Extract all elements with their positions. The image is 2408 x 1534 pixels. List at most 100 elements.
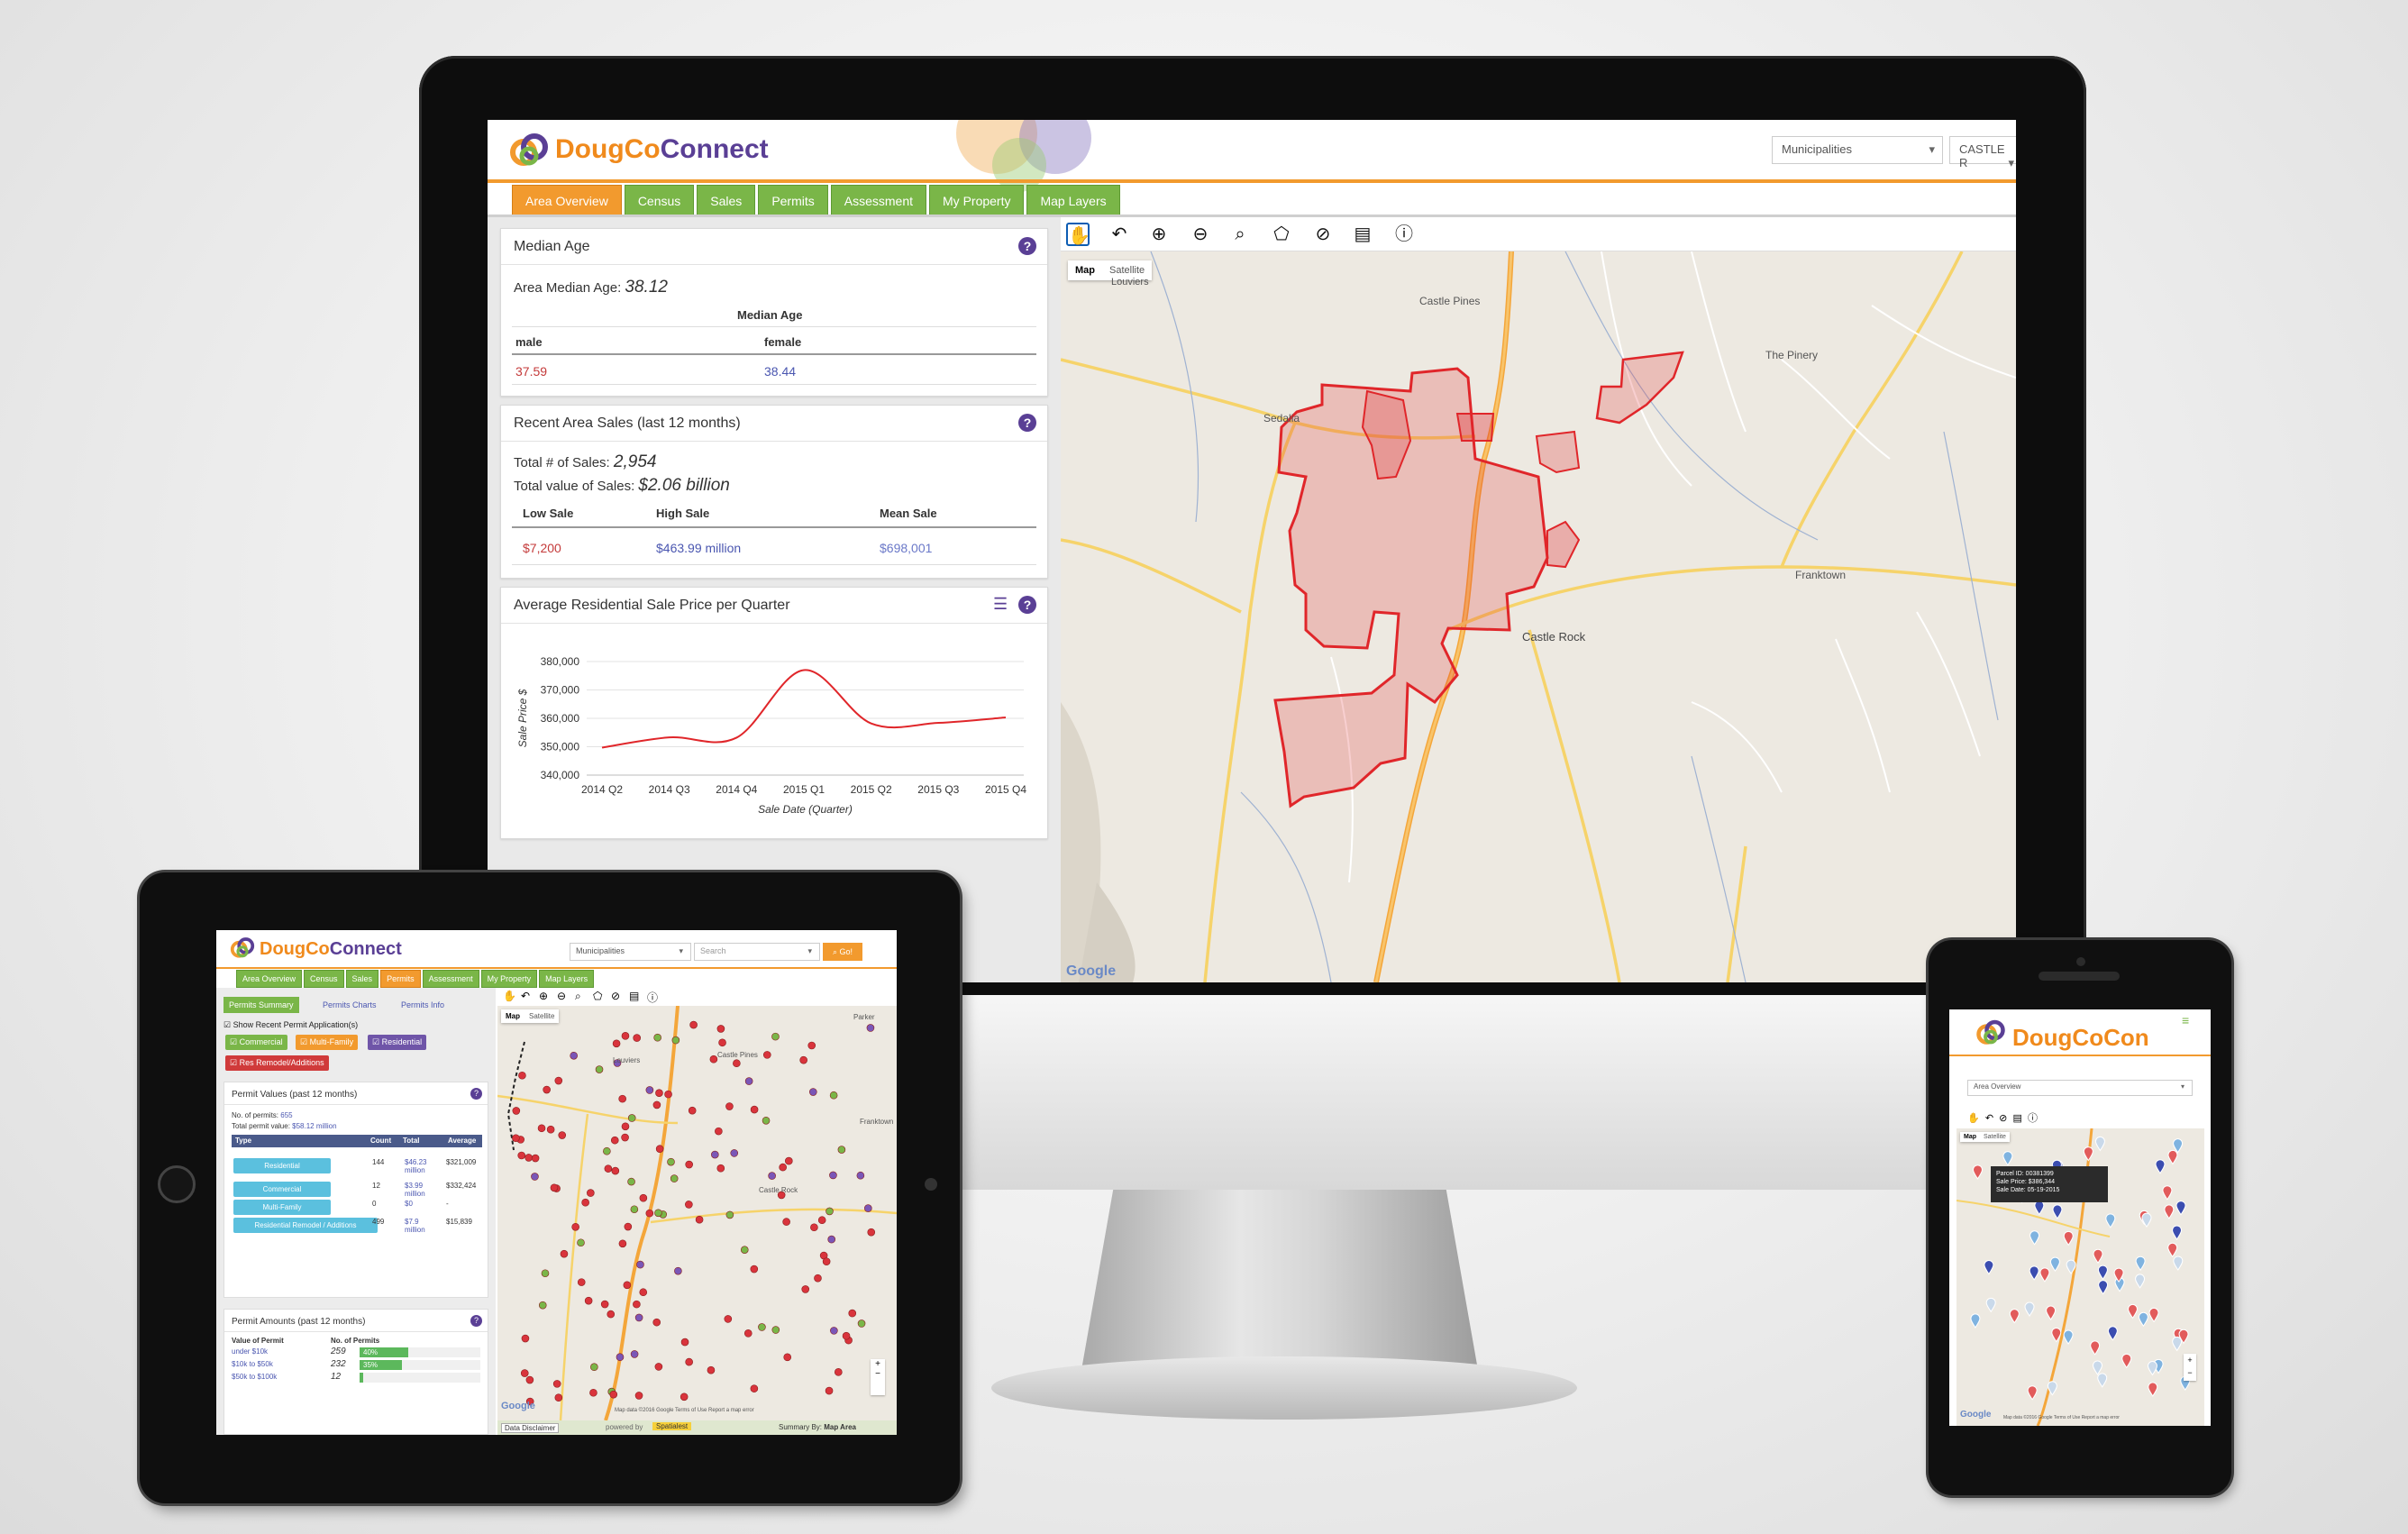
map-marker[interactable]	[814, 1274, 822, 1283]
subtab-permits-info[interactable]: Permits Info	[401, 1000, 444, 1009]
zoom-in-icon[interactable]: ⊕	[539, 990, 548, 1002]
map-marker[interactable]	[744, 1077, 753, 1085]
map-marker[interactable]	[799, 1055, 807, 1064]
map-marker[interactable]	[685, 1201, 693, 1209]
map-marker[interactable]	[1984, 1260, 1994, 1275]
map-type-satellite[interactable]: Satellite	[1980, 1132, 2010, 1142]
info-icon[interactable]: ⓘ	[1392, 223, 1416, 246]
map-marker[interactable]	[589, 1388, 597, 1397]
pan-hand-icon[interactable]: ✋	[1066, 223, 1090, 246]
map-marker[interactable]	[716, 1164, 725, 1173]
map-marker[interactable]	[612, 1039, 621, 1048]
tab-sales[interactable]: Sales	[345, 970, 379, 988]
help-icon[interactable]: ?	[1018, 596, 1036, 614]
map-type-map[interactable]: Map	[1068, 260, 1102, 280]
map-marker[interactable]	[2029, 1265, 2039, 1281]
map-marker[interactable]	[715, 1127, 723, 1136]
map-marker[interactable]	[538, 1301, 547, 1310]
map-marker[interactable]	[830, 1327, 838, 1335]
map-marker[interactable]	[2141, 1212, 2152, 1228]
map-marker[interactable]	[2105, 1213, 2116, 1228]
measure-icon[interactable]: ▤	[629, 990, 639, 1002]
polygon-icon[interactable]: ⬠	[593, 990, 602, 1002]
map-marker[interactable]	[762, 1051, 771, 1059]
subtab-permits-summary[interactable]: Permits Summary	[223, 997, 299, 1013]
map-marker[interactable]	[750, 1384, 759, 1392]
map-marker[interactable]	[652, 1100, 661, 1109]
map-marker[interactable]	[680, 1392, 689, 1402]
brand-logo[interactable]: DougCoConnect	[555, 134, 769, 165]
tab-assessment[interactable]: Assessment	[830, 185, 927, 217]
map-marker[interactable]	[783, 1353, 792, 1362]
map-marker[interactable]	[711, 1150, 719, 1159]
tab-my-property[interactable]: My Property	[929, 185, 1025, 217]
map-marker[interactable]	[771, 1032, 780, 1041]
map-marker[interactable]	[627, 1114, 636, 1122]
map-marker[interactable]	[740, 1246, 749, 1254]
brand-logo[interactable]: DougCoCon	[2012, 1024, 2149, 1052]
map-marker[interactable]	[655, 1145, 664, 1153]
map-marker[interactable]	[750, 1265, 759, 1274]
map-marker[interactable]	[848, 1309, 857, 1318]
tab-map-layers[interactable]: Map Layers	[1026, 185, 1120, 217]
map-marker[interactable]	[512, 1134, 520, 1143]
map-marker[interactable]	[2172, 1336, 2183, 1352]
map-marker[interactable]	[2128, 1303, 2139, 1319]
map-marker[interactable]	[654, 1209, 662, 1218]
map-type-toggle[interactable]: Map Satellite	[1960, 1132, 2010, 1142]
map-type-satellite[interactable]: Satellite	[524, 1009, 559, 1023]
clear-icon[interactable]: ⊘	[611, 990, 620, 1002]
map-marker[interactable]	[525, 1375, 534, 1384]
map-marker[interactable]	[618, 1239, 627, 1248]
tab-area-overview[interactable]: Area Overview	[236, 970, 303, 988]
map-marker[interactable]	[531, 1173, 539, 1181]
desktop-map[interactable]: Map Satellite Castle Pines The Pinery Se…	[1061, 251, 2016, 982]
map-marker[interactable]	[768, 1172, 776, 1180]
map-marker[interactable]	[655, 1089, 663, 1097]
map-marker[interactable]	[664, 1090, 672, 1099]
map-marker[interactable]	[758, 1323, 766, 1331]
chip-commercial[interactable]: ☑ Commercial	[225, 1035, 287, 1050]
map-marker[interactable]	[610, 1136, 619, 1145]
map-type-toggle[interactable]: Map Satellite	[501, 1009, 560, 1023]
map-marker[interactable]	[2027, 1385, 2038, 1401]
tab-my-property[interactable]: My Property	[480, 970, 538, 988]
measure-icon[interactable]: ▤	[1351, 223, 1374, 246]
map-marker[interactable]	[2148, 1382, 2158, 1397]
map-marker[interactable]	[671, 1036, 680, 1045]
map-marker[interactable]	[558, 1131, 567, 1139]
map-type-map[interactable]: Map	[501, 1009, 524, 1023]
help-icon[interactable]: ?	[470, 1315, 482, 1327]
map-marker[interactable]	[867, 1228, 876, 1237]
map-marker[interactable]	[630, 1350, 639, 1358]
map-marker[interactable]	[2167, 1150, 2178, 1165]
map-marker[interactable]	[634, 1392, 643, 1400]
map-marker[interactable]	[680, 1338, 689, 1347]
map-marker[interactable]	[537, 1124, 546, 1133]
info-icon[interactable]: ⓘ	[2028, 1113, 2038, 1124]
map-marker[interactable]	[595, 1065, 604, 1073]
chip-res-remodel[interactable]: ☑ Res Remodel/Additions	[225, 1055, 329, 1071]
location-input[interactable]: CASTLE R	[1949, 136, 2016, 170]
map-marker[interactable]	[2002, 1151, 2013, 1166]
map-marker[interactable]	[571, 1223, 579, 1231]
map-marker[interactable]	[546, 1125, 555, 1134]
map-marker[interactable]	[2135, 1256, 2146, 1272]
map-marker[interactable]	[2097, 1373, 2108, 1388]
map-marker[interactable]	[2097, 1265, 2108, 1280]
map-marker[interactable]	[822, 1257, 831, 1266]
map-marker[interactable]	[743, 1329, 752, 1338]
map-marker[interactable]	[590, 1363, 598, 1372]
map-marker[interactable]	[866, 1024, 875, 1032]
municipality-select[interactable]: Municipalities	[570, 943, 691, 961]
map-marker[interactable]	[560, 1249, 569, 1258]
map-marker[interactable]	[570, 1051, 578, 1060]
map-marker[interactable]	[623, 1281, 632, 1290]
tab-permits[interactable]: Permits	[380, 970, 421, 988]
map-marker[interactable]	[652, 1318, 661, 1327]
map-marker[interactable]	[512, 1107, 521, 1115]
map-marker[interactable]	[607, 1310, 616, 1319]
zoom-extent-icon[interactable]: ⌕	[1228, 223, 1252, 246]
map-marker[interactable]	[636, 1260, 644, 1269]
map-marker[interactable]	[577, 1238, 585, 1247]
